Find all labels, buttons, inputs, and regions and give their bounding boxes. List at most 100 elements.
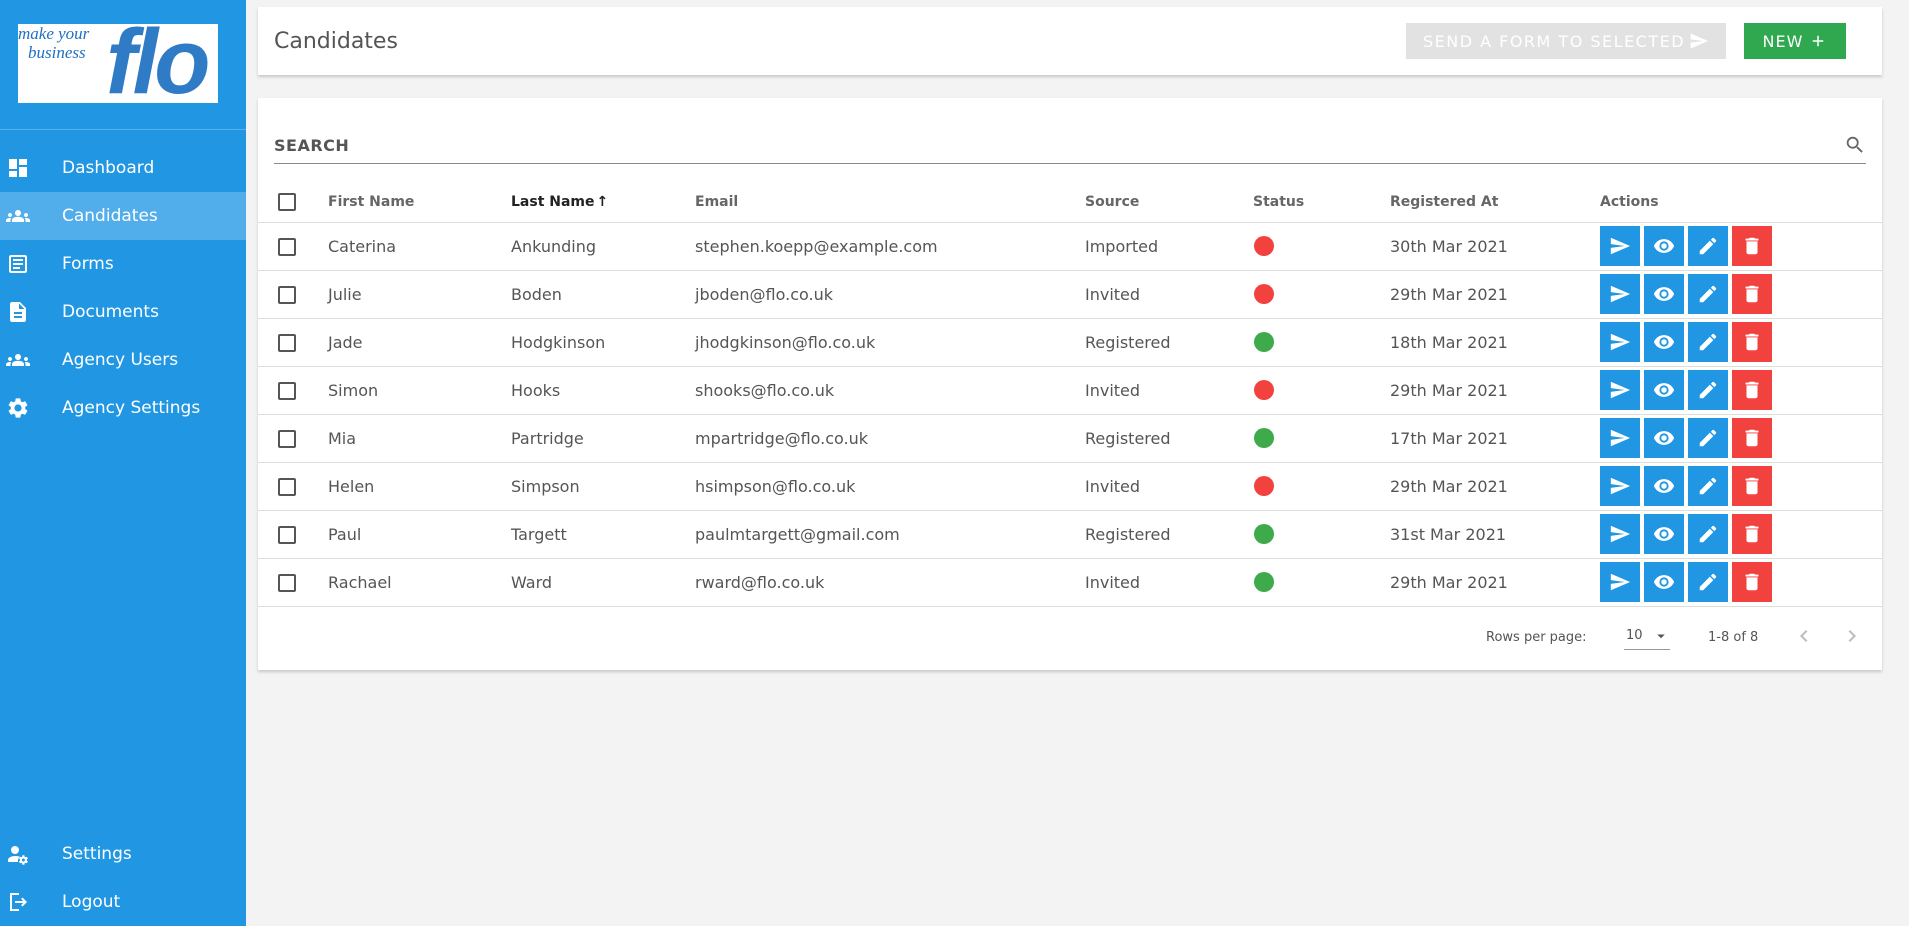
edit-action-button[interactable]: [1688, 562, 1728, 602]
registered-at-cell: 29th Mar 2021: [1390, 462, 1600, 511]
sidebar-item-label: Logout: [62, 892, 121, 912]
column-header-first-name[interactable]: First Name: [328, 182, 511, 223]
next-page-button[interactable]: [1840, 624, 1864, 648]
logo-tagline: make your business: [18, 24, 89, 62]
table-row[interactable]: Julie Boden jboden@flo.co.uk Invited 29th Ma…: [258, 270, 1882, 319]
edit-action-button[interactable]: [1688, 514, 1728, 554]
sidebar-item-dashboard[interactable]: Dashboard: [0, 144, 246, 192]
delete-action-button[interactable]: [1732, 466, 1772, 506]
table-row[interactable]: Caterina Ankunding stephen.koepp@example.c…: [258, 222, 1882, 271]
send-form-action-button[interactable]: [1600, 466, 1640, 506]
send-icon: [1610, 381, 1631, 399]
row-checkbox[interactable]: [278, 237, 296, 256]
send-form-action-button[interactable]: [1600, 514, 1640, 554]
table-row[interactable]: Helen Simpson hsimpson@flo.co.uk Invited 29t…: [258, 462, 1882, 511]
send-form-action-button[interactable]: [1600, 274, 1640, 314]
sidebar-item-documents[interactable]: Documents: [0, 288, 246, 336]
table-row[interactable]: Mia Partridge mpartridge@flo.co.uk Register…: [258, 414, 1882, 463]
first-name-cell: Paul: [328, 510, 511, 559]
table-row[interactable]: Paul Targett paulmtargett@gmail.com Registe…: [258, 510, 1882, 559]
dashboard-icon: [0, 156, 62, 180]
column-header-label: Source: [1085, 193, 1140, 210]
sidebar-item-forms[interactable]: Forms: [0, 240, 246, 288]
row-checkbox[interactable]: [278, 381, 296, 400]
edit-action-button[interactable]: [1688, 418, 1728, 458]
send-form-action-button[interactable]: [1600, 562, 1640, 602]
sidebar-item-logout[interactable]: Logout: [0, 878, 246, 926]
trash-icon: [1745, 525, 1759, 543]
first-name-cell: Caterina: [328, 222, 511, 271]
column-header-email[interactable]: Email: [695, 182, 1085, 223]
first-name-cell: Jade: [328, 318, 511, 367]
column-header-status[interactable]: Status: [1253, 182, 1390, 223]
row-checkbox[interactable]: [278, 477, 296, 496]
send-icon: [1610, 477, 1631, 495]
sidebar-item-agency-settings[interactable]: Agency Settings: [0, 384, 246, 432]
send-form-button[interactable]: SEND A FORM TO SELECTED: [1406, 23, 1726, 59]
row-checkbox[interactable]: [278, 333, 296, 352]
new-candidate-button[interactable]: NEW: [1744, 23, 1846, 59]
delete-action-button[interactable]: [1732, 322, 1772, 362]
search-input[interactable]: [274, 128, 1866, 163]
edit-action-button[interactable]: [1688, 274, 1728, 314]
document-icon: [0, 300, 62, 324]
view-action-button[interactable]: [1644, 418, 1684, 458]
edit-action-button[interactable]: [1688, 322, 1728, 362]
view-action-button[interactable]: [1644, 514, 1684, 554]
view-action-button[interactable]: [1644, 274, 1684, 314]
send-form-action-button[interactable]: [1600, 418, 1640, 458]
sidebar-item-settings[interactable]: Settings: [0, 830, 246, 878]
sidebar-item-label: Documents: [62, 302, 159, 322]
table-row[interactable]: Rachael Ward rward@flo.co.uk Invited 29th Ma…: [258, 558, 1882, 607]
view-action-button[interactable]: [1644, 466, 1684, 506]
registered-at-cell: 29th Mar 2021: [1390, 558, 1600, 607]
source-cell: Invited: [1085, 462, 1253, 511]
first-name-cell: Helen: [328, 462, 511, 511]
page-header: Candidates SEND A FORM TO SELECTED NEW: [258, 7, 1882, 75]
trash-icon: [1745, 429, 1759, 447]
table-row[interactable]: Simon Hooks shooks@flo.co.uk Invited 29th Ma…: [258, 366, 1882, 415]
column-header-label: First Name: [328, 193, 415, 210]
new-label: NEW: [1762, 31, 1804, 51]
trash-icon: [1745, 381, 1759, 399]
view-action-button[interactable]: [1644, 562, 1684, 602]
row-checkbox[interactable]: [278, 285, 296, 304]
trash-icon: [1745, 285, 1759, 303]
send-form-action-button[interactable]: [1600, 322, 1640, 362]
row-select-cell: [258, 510, 328, 559]
delete-action-button[interactable]: [1732, 370, 1772, 410]
send-icon: [1690, 33, 1709, 49]
column-header-source[interactable]: Source: [1085, 182, 1253, 223]
edit-action-button[interactable]: [1688, 466, 1728, 506]
source-cell: Registered: [1085, 510, 1253, 559]
delete-action-button[interactable]: [1732, 274, 1772, 314]
search-icon[interactable]: [1844, 134, 1866, 156]
status-dot: [1254, 380, 1274, 401]
column-header-registered-at[interactable]: Registered At: [1390, 182, 1600, 223]
email-cell: mpartridge@flo.co.uk: [695, 414, 1085, 463]
column-header-last-name[interactable]: Last Name ↑: [511, 182, 695, 223]
send-form-action-button[interactable]: [1600, 370, 1640, 410]
view-action-button[interactable]: [1644, 322, 1684, 362]
send-form-action-button[interactable]: [1600, 226, 1640, 266]
trash-icon: [1745, 333, 1759, 351]
row-checkbox[interactable]: [278, 429, 296, 448]
logo[interactable]: make your business flo: [18, 24, 218, 103]
edit-action-button[interactable]: [1688, 226, 1728, 266]
delete-action-button[interactable]: [1732, 514, 1772, 554]
rows-per-page-select[interactable]: 10: [1624, 622, 1670, 650]
view-action-button[interactable]: [1644, 370, 1684, 410]
table-row[interactable]: Jade Hodgkinson jhodgkinson@flo.co.uk Regis…: [258, 318, 1882, 367]
previous-page-button[interactable]: [1792, 624, 1816, 648]
delete-action-button[interactable]: [1732, 226, 1772, 266]
sidebar-item-candidates[interactable]: Candidates: [0, 192, 246, 240]
delete-action-button[interactable]: [1732, 562, 1772, 602]
delete-action-button[interactable]: [1732, 418, 1772, 458]
sidebar-item-agency-users[interactable]: Agency Users: [0, 336, 246, 384]
row-checkbox[interactable]: [278, 573, 296, 592]
row-checkbox[interactable]: [278, 525, 296, 544]
view-action-button[interactable]: [1644, 226, 1684, 266]
status-cell: [1253, 222, 1390, 271]
select-all-checkbox[interactable]: [278, 192, 296, 211]
edit-action-button[interactable]: [1688, 370, 1728, 410]
